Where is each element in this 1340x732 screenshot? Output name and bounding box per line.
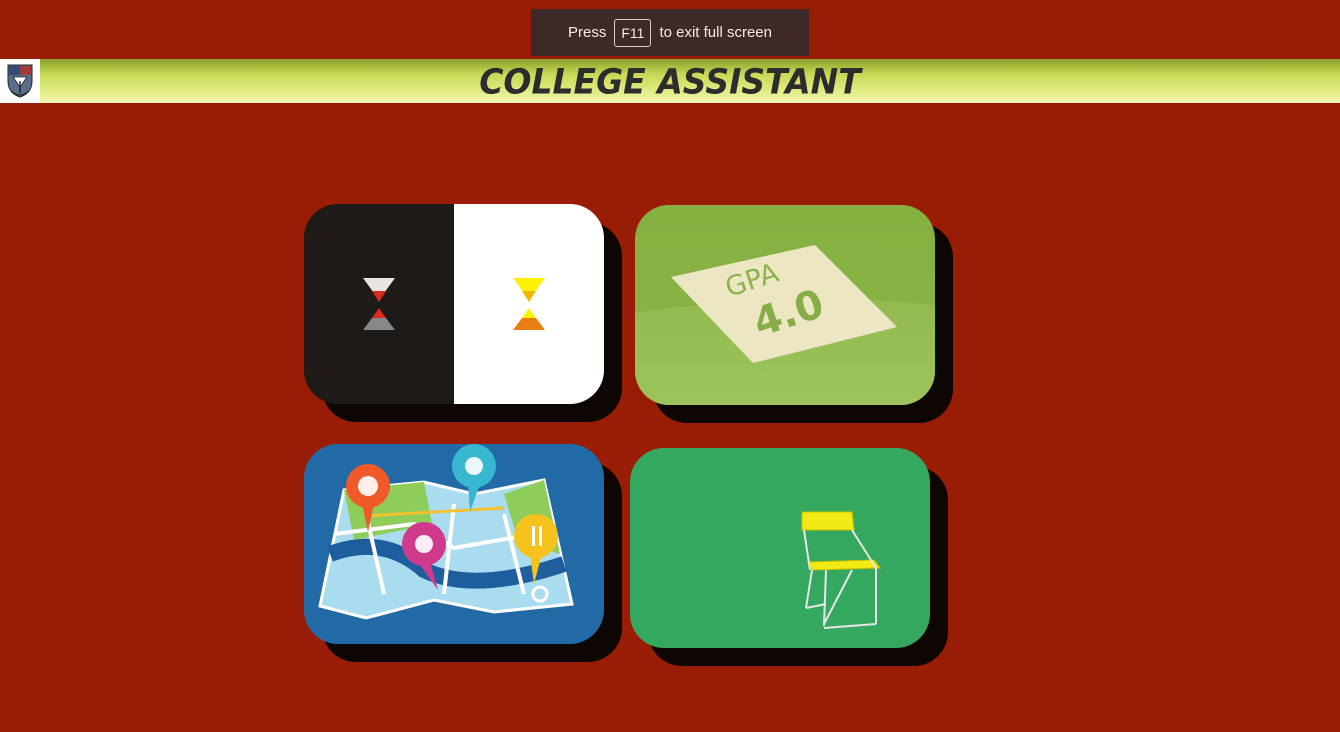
fullscreen-notice-suffix: to exit full screen: [659, 24, 772, 41]
gpa-tile[interactable]: GPA 4.0: [635, 205, 935, 405]
timer-tile[interactable]: [304, 204, 604, 404]
seat-tile[interactable]: [630, 448, 930, 648]
fullscreen-key-badge: F11: [614, 18, 652, 47]
folding-chair-icon: [801, 511, 881, 629]
campus-map-icon: [318, 444, 574, 620]
app-header: COLLEGE ASSISTANT: [0, 59, 1340, 103]
app-title: COLLEGE ASSISTANT: [479, 60, 861, 102]
hourglass-icon: [363, 278, 545, 330]
fullscreen-notice: Press F11 to exit full screen: [531, 9, 809, 56]
gpa-paper-icon: GPA 4.0: [635, 245, 935, 405]
fullscreen-notice-prefix: Press: [568, 24, 607, 41]
map-tile[interactable]: [304, 444, 604, 644]
